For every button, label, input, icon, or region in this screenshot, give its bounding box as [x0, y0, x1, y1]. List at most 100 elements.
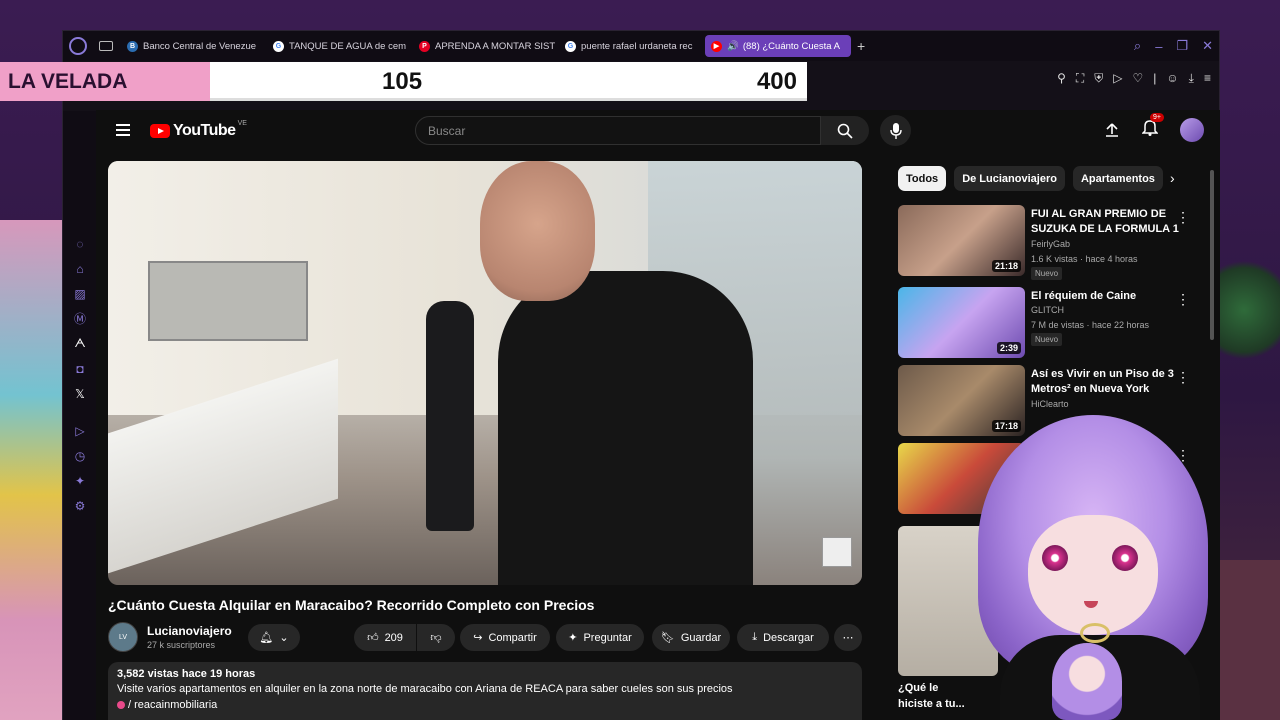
save-button[interactable]: 🔖︎ Guardar — [652, 624, 730, 651]
sidebar-play-icon[interactable]: ▷ — [63, 418, 97, 443]
maximize-icon[interactable]: ❐ — [1176, 38, 1188, 54]
tab-label: APRENDA A MONTAR SIST — [435, 40, 556, 52]
heart-icon[interactable]: ♡ — [1133, 71, 1144, 86]
separator-icon: | — [1153, 71, 1157, 85]
menu-icon[interactable]: ≡ — [1204, 71, 1211, 86]
user-avatar[interactable] — [1180, 118, 1204, 142]
tab-bcv[interactable]: B Banco Central de Venezue — [121, 35, 267, 57]
channel-watermark[interactable] — [822, 537, 852, 567]
upload-icon[interactable] — [1104, 122, 1120, 138]
video-frame-mirror — [148, 261, 308, 341]
downloads-icon[interactable]: ⤓ — [1189, 71, 1194, 86]
vtuber-avatar-overlay — [960, 395, 1230, 720]
more-vert-icon[interactable]: ⋮ — [1176, 369, 1190, 386]
voice-search-button[interactable] — [880, 115, 911, 146]
search-input[interactable]: Buscar — [415, 116, 821, 145]
tab-pinterest[interactable]: P APRENDA A MONTAR SIST — [413, 35, 559, 57]
like-button[interactable]: 👍︎ 209 — [354, 624, 416, 651]
tab-island-icon[interactable] — [99, 41, 113, 51]
hamburger-menu-icon[interactable] — [116, 124, 130, 139]
new-badge: Nuevo — [1031, 333, 1063, 346]
speaker-icon[interactable]: 🔊 — [727, 41, 739, 52]
video-frame-man-head — [480, 161, 595, 301]
score-a: 105 — [382, 68, 423, 95]
tab-label: TANQUE DE AGUA de cem — [289, 40, 407, 52]
recommendation-item[interactable]: 2:39 El réquiem de Caine GLITCH 7 M de v… — [898, 287, 1198, 359]
pin-icon[interactable]: ⚲ — [1057, 71, 1066, 86]
sidebar-x-icon[interactable]: 𝕏 — [63, 381, 97, 406]
snapshot-icon[interactable]: ⛶ — [1076, 71, 1084, 86]
download-button[interactable]: ⤓ Descargar — [737, 624, 829, 651]
ask-button[interactable]: ✦ Preguntar — [556, 624, 644, 651]
search-button[interactable] — [821, 116, 869, 145]
bcv-favicon-icon: B — [127, 40, 138, 52]
tab-bar: B Banco Central de Venezue G TANQUE DE A… — [63, 31, 1219, 61]
vtuber-mini-avatar — [1052, 643, 1122, 720]
more-vert-icon[interactable]: ⋮ — [1176, 209, 1190, 226]
subscriber-count: 27 k suscriptores — [147, 640, 216, 650]
sidebar-history-icon[interactable]: ◷ — [63, 443, 97, 468]
vtuber-right-eye — [1112, 545, 1138, 571]
chip-apartamentos[interactable]: Apartamentos — [1072, 166, 1163, 191]
new-tab-plus-icon[interactable]: + — [857, 38, 865, 54]
description-box[interactable]: 3,582 vistas hace 19 horas Visite varios… — [108, 662, 862, 720]
channel-name[interactable]: Lucianoviajero — [147, 624, 232, 638]
channel-avatar[interactable]: LV — [108, 622, 138, 652]
share-button[interactable]: ↪ Compartir — [460, 624, 550, 651]
video-title: ¿Cuánto Cuesta Alquilar en Maracaibo? Re… — [108, 597, 595, 613]
sparkle-icon: ✦ — [568, 632, 578, 644]
sidebar-bolt-icon[interactable]: ᗅ — [63, 331, 97, 356]
microphone-icon — [889, 122, 902, 139]
chevron-right-icon[interactable]: › — [1170, 170, 1175, 186]
video-frame-woman — [426, 301, 474, 531]
channel-row: LV Lucianoviajero 27 k suscriptores 🔔︎ ⌄ … — [108, 622, 864, 654]
chevron-down-icon: ⌄ — [279, 632, 289, 644]
minimize-icon[interactable]: – — [1155, 39, 1162, 54]
vtuber-left-eye — [1042, 545, 1068, 571]
tab-label: Banco Central de Venezue — [143, 40, 257, 52]
vtuber-face — [1028, 515, 1158, 635]
more-actions-button[interactable]: ⋯ — [834, 624, 862, 651]
recommendation-item[interactable]: 21:18 FUI AL GRAN PREMIO DE SUZUKA DE LA… — [898, 205, 1198, 280]
sidebar-m-icon[interactable]: Ⓜ — [63, 306, 97, 331]
chip-channel[interactable]: De Lucianoviajero — [954, 166, 1065, 191]
notifications-button[interactable]: 9+ — [1141, 113, 1164, 141]
sidebar-settings-icon[interactable]: ⚙ — [63, 493, 97, 518]
sidebar-twitch-icon[interactable]: ◘ — [63, 356, 97, 381]
youtube-header: YouTube VE Buscar 9+ — [96, 110, 1220, 152]
opera-logo-icon[interactable] — [69, 37, 87, 55]
instagram-link[interactable]: / reacainmobiliaria — [117, 699, 853, 711]
sidebar-extensions-icon[interactable]: ✦ — [63, 468, 97, 493]
profile-icon[interactable]: ☺ — [1166, 71, 1178, 86]
score-b: 400 — [756, 68, 797, 95]
recommendation-channel: FeirlyGab — [1031, 239, 1071, 249]
video-player[interactable] — [108, 161, 862, 585]
sidebar-image-icon[interactable]: ▨ — [63, 281, 97, 306]
youtube-favicon-icon: ▶ — [711, 40, 722, 52]
subscription-bell-button[interactable]: 🔔︎ ⌄ — [248, 624, 300, 651]
share-icon: ↪ — [473, 632, 483, 644]
search-tabs-icon[interactable]: ⌕ — [1134, 38, 1141, 54]
window-controls: ⌕ – ❐ ✕ — [1134, 38, 1219, 54]
tab-tanque[interactable]: G TANQUE DE AGUA de cem — [267, 35, 413, 57]
sidebar-bag-icon[interactable]: ⌂ — [63, 256, 97, 281]
google-favicon-icon: G — [565, 40, 576, 52]
tab-youtube-active[interactable]: ▶ 🔊 (88) ¿Cuánto Cuesta A — [705, 35, 851, 57]
scrollbar[interactable] — [1210, 170, 1214, 340]
tab-puente[interactable]: G puente rafael urdaneta rec — [559, 35, 705, 57]
stream-left-art — [0, 220, 62, 720]
dislike-button[interactable]: 👎︎ — [417, 624, 455, 651]
more-vert-icon[interactable]: ⋮ — [1176, 291, 1190, 308]
close-icon[interactable]: ✕ — [1202, 38, 1213, 54]
new-badge: Nuevo — [1031, 267, 1063, 280]
bell-icon: 🔔︎ — [259, 632, 274, 644]
youtube-logo[interactable]: YouTube VE — [150, 120, 247, 140]
score-overlay: LA VELADA 105 400 — [0, 62, 807, 101]
vpn-shield-icon[interactable]: ⛨ — [1094, 71, 1103, 86]
toolbar-icons: ⚲ ⛶ ⛨ ▷ ♡ | ☺ ⤓ ≡ — [1057, 71, 1211, 86]
opera-sidebar: ◌ ⌂ ▨ Ⓜ ᗅ ◘ 𝕏 ▷ ◷ ✦ ⚙ — [63, 111, 97, 720]
recommendation-meta: 7 M de vistas · hace 22 horas — [1031, 320, 1150, 330]
chip-todos[interactable]: Todos — [898, 166, 947, 191]
sidebar-aria-icon[interactable]: ◌ — [63, 231, 97, 256]
player-icon[interactable]: ▷ — [1113, 71, 1122, 86]
